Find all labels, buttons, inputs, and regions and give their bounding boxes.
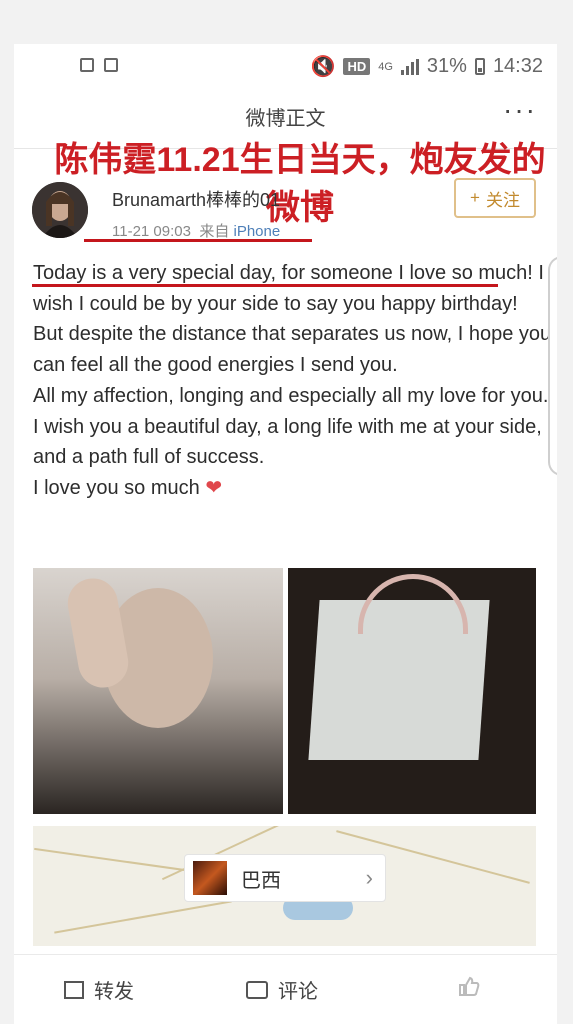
hand-shape [63,574,133,692]
post-paragraph: I love you so much ❤ [33,473,553,504]
more-button[interactable]: ··· [503,94,537,126]
post-source[interactable]: iPhone [234,223,281,240]
like-icon [459,976,480,996]
bag-handle-shape [358,574,468,634]
clock: 14:32 [492,55,543,77]
heart-icon: ❤ [205,476,223,499]
follow-button[interactable]: + 关注 [454,178,536,218]
follow-label: 关注 [485,190,520,210]
repost-button[interactable]: 转发 [64,975,134,1004]
avatar-image [32,182,88,238]
source-prefix: 来自 [199,223,230,240]
post-paragraph: I wish you a beautiful day, a long life … [33,415,542,469]
username[interactable]: Brunamarth棒棒的01 [112,186,280,212]
status-bar: 🔇 HD 4G 31% 14:32 [14,44,557,88]
post-paragraph: Today is a very special day, for someone… [33,262,544,315]
page-title: 微博正文 [245,108,326,130]
notification-icons [80,58,118,72]
comment-icon [246,980,268,999]
mail-icon [104,58,118,72]
weibo-screen: 🔇 HD 4G 31% 14:32 微博正文 ··· 陈伟霆11.21生日当天，… [14,44,557,1024]
comment-label: 评论 [278,981,318,1003]
location-name: 巴西 [241,869,281,892]
hd-badge: HD [343,58,371,75]
red-underline-text [32,284,498,287]
post-paragraph: All my affection, longing and especially… [33,384,549,407]
post-photo-selfie[interactable] [33,568,283,814]
repost-label: 转发 [94,981,134,1003]
scroll-indicator [548,256,557,476]
avatar[interactable] [32,182,88,238]
notification-icon [80,58,94,72]
action-bar: 转发 评论 [14,954,557,1024]
post-text: Today is a very special day, for someone… [33,258,553,504]
plus-icon: + [470,188,480,207]
status-right: 🔇 HD 4G 31% 14:32 [311,54,543,79]
post-photo-gift-bag[interactable] [288,568,536,814]
signal-icon [400,58,419,75]
post-time: 11-21 09:03 [112,223,191,240]
comment-button[interactable]: 评论 [246,975,318,1004]
mute-icon: 🔇 [310,56,336,78]
location-card[interactable]: 巴西 › [184,854,386,902]
post-paragraph: But despite the distance that separates … [33,323,552,377]
red-underline-meta [84,239,312,242]
location-thumbnail [193,861,227,895]
map-road [54,900,232,934]
post-last-line: I love you so much [33,476,200,499]
battery-icon [474,58,485,75]
like-button[interactable] [456,975,496,997]
repost-icon [64,980,84,999]
battery-percent: 31% [426,55,467,77]
post-meta: 11-21 09:03 来自 iPhone [112,220,280,241]
chevron-right-icon: › [365,865,373,890]
network-label: 4G [378,60,393,73]
